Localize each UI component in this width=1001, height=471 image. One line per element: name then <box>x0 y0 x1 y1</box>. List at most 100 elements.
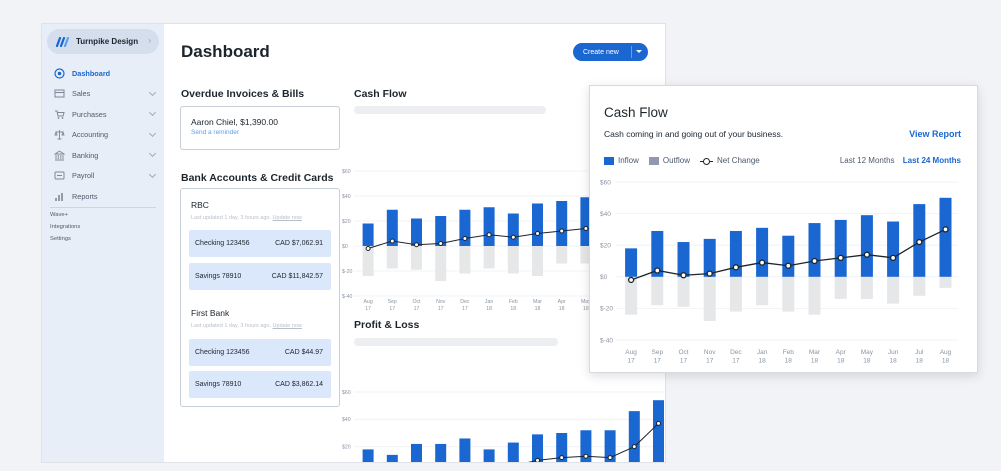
net-change-point <box>535 231 540 236</box>
send-reminder-link[interactable]: Send a reminder <box>191 129 339 136</box>
outflow-bar <box>756 276 769 306</box>
sidebar-item-dashboard[interactable]: Dashboard <box>42 63 164 84</box>
account-name: Checking 123456 <box>195 349 250 356</box>
inflow-bar <box>556 201 568 246</box>
x-tick-month: Nov <box>704 349 716 356</box>
inflow-bar <box>782 235 795 277</box>
scale-icon <box>54 129 65 140</box>
outflow-bar <box>808 276 821 315</box>
overdue-item: Aaron Chiel, $1,390.00 <box>191 117 278 127</box>
net-change-point <box>837 254 844 261</box>
sidebar-item-reports[interactable]: Reports <box>42 186 164 207</box>
x-tick-year: 17 <box>389 306 395 312</box>
create-new-label: Create new <box>583 48 619 56</box>
x-tick-year: 18 <box>837 358 845 365</box>
y-tick-label: $-40 <box>600 337 613 344</box>
sidebar-link-wave-plus[interactable]: Wave+ <box>50 212 68 218</box>
x-tick-year: 18 <box>486 306 492 312</box>
inflow-bar <box>939 197 952 277</box>
x-tick-month: Feb <box>783 349 795 356</box>
x-tick-year: 17 <box>732 358 740 365</box>
range-24-months[interactable]: Last 24 Months <box>903 156 961 165</box>
x-tick-year: 17 <box>438 306 444 312</box>
y-tick-label: $20 <box>342 219 351 225</box>
range-selector: Last 12 Months Last 24 Months <box>840 156 961 165</box>
caret-down-icon[interactable] <box>636 50 642 53</box>
x-tick-year: 18 <box>758 358 766 365</box>
inflow-bar <box>362 223 374 246</box>
overdue-card: Aaron Chiel, $1,390.00 Send a reminder <box>180 106 340 150</box>
legend-outflow: Outflow <box>662 156 691 165</box>
sidebar-item-sales[interactable]: Sales <box>42 84 164 105</box>
net-change-point <box>389 238 395 244</box>
outflow-bar <box>411 246 422 270</box>
outflow-bar <box>939 276 952 288</box>
button-divider <box>631 46 632 58</box>
x-tick-year: 17 <box>365 306 371 312</box>
inflow-bar <box>628 411 640 462</box>
x-tick-year: 18 <box>863 358 871 365</box>
inflow-bar <box>411 218 422 246</box>
chevron-down-icon <box>148 170 157 178</box>
sidebar-item-label: Purchases <box>72 109 107 119</box>
sidebar-item-purchases[interactable]: Purchases <box>42 104 164 125</box>
sidebar-item-label: Banking <box>72 150 99 160</box>
net-change-point <box>583 226 589 231</box>
account-balance: CAD $11,842.57 <box>271 273 323 280</box>
cashflow-section-title: Cash Flow <box>354 88 407 100</box>
net-change-point <box>464 461 466 462</box>
account-balance: CAD $44.97 <box>284 349 323 356</box>
inflow-bar <box>653 400 664 462</box>
net-change-point <box>811 257 818 265</box>
create-new-button[interactable]: Create new <box>573 43 648 61</box>
x-tick-month: Sep <box>388 299 397 305</box>
net-change-point <box>732 264 740 271</box>
y-tick-label: $60 <box>342 390 351 396</box>
sidebar-link-settings[interactable]: Settings <box>50 236 71 242</box>
net-change-point <box>559 228 565 234</box>
sidebar-item-accounting[interactable]: Accounting <box>42 125 164 146</box>
inflow-bar <box>887 221 900 277</box>
bank-name: RBC <box>191 200 209 210</box>
net-change-point <box>462 236 468 241</box>
range-12-months[interactable]: Last 12 Months <box>840 156 895 165</box>
net-change-point <box>607 455 613 461</box>
y-tick-label: $60 <box>342 169 351 175</box>
x-tick-year: 18 <box>942 358 950 365</box>
y-tick-label: $60 <box>600 179 611 186</box>
sidebar-item-banking[interactable]: Banking <box>42 145 164 166</box>
x-tick-month: Mar <box>809 349 821 356</box>
x-tick-year: 17 <box>680 358 688 365</box>
x-tick-month: Jun <box>888 349 899 356</box>
account-row[interactable]: Checking 123456 CAD $7,062.91 <box>189 230 331 257</box>
y-tick-label: $40 <box>600 211 611 218</box>
outflow-bar <box>887 276 900 304</box>
inflow-swatch <box>604 156 614 165</box>
y-tick-label: $40 <box>342 194 351 200</box>
popup-cashflow-chart: $-40 $-20 $0 $20 $40 $60 Aug 17 Sep 17 Oct 17 Nov 17 D… <box>600 179 959 365</box>
net-change-point <box>656 420 661 426</box>
net-change-point <box>942 226 949 233</box>
account-name: Savings 78910 <box>195 273 242 280</box>
account-row[interactable]: Checking 123456 CAD $44.97 <box>189 339 331 366</box>
update-now-link[interactable]: Update now <box>273 215 302 221</box>
business-switcher[interactable]: Turnpike Design › <box>47 29 159 54</box>
net-change-point <box>916 238 923 246</box>
sidebar-nav: Dashboard Sales Purchases Accounting Ban… <box>42 63 164 207</box>
outflow-bar <box>556 246 568 264</box>
x-tick-month: Aug <box>363 299 372 305</box>
chevron-right-icon: › <box>148 36 151 45</box>
inflow-bar <box>411 443 422 462</box>
account-row[interactable]: Savings 78910 CAD $3,862.14 <box>189 371 331 398</box>
x-tick-month: Jan <box>757 349 768 356</box>
loading-placeholder <box>354 106 546 114</box>
outflow-bar <box>729 276 742 312</box>
sidebar-item-payroll[interactable]: Payroll <box>42 166 164 187</box>
account-balance: CAD $7,062.91 <box>275 240 323 247</box>
view-report-link[interactable]: View Report <box>909 129 961 139</box>
inflow-bar <box>483 207 495 246</box>
sidebar-item-label: Sales <box>72 89 91 99</box>
update-now-link[interactable]: Update now <box>273 323 302 329</box>
account-row[interactable]: Savings 78910 CAD $11,842.57 <box>189 263 331 290</box>
sidebar-link-integrations[interactable]: Integrations <box>50 224 80 230</box>
